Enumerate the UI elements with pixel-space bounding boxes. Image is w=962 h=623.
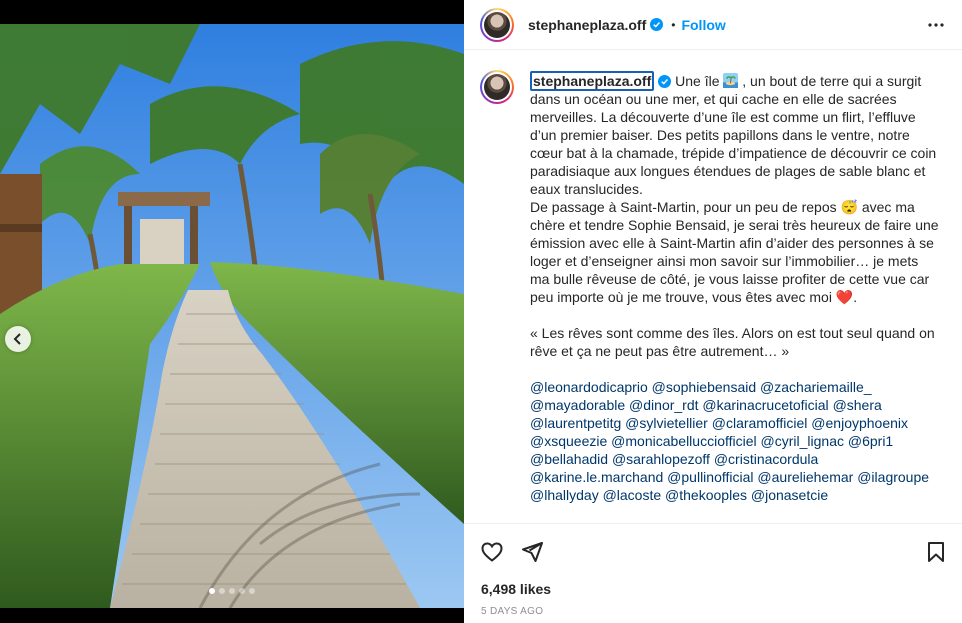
caption: stephaneplaza.off Une île , un bout de t… bbox=[530, 71, 940, 504]
mention-link[interactable]: @sophiebensaid bbox=[652, 379, 757, 395]
mention-list: @leonardodicaprio @sophiebensaid @zachar… bbox=[530, 378, 940, 504]
mention-link[interactable]: @lhallyday bbox=[530, 487, 599, 503]
bookmark-icon[interactable] bbox=[924, 540, 948, 564]
heart-icon[interactable] bbox=[480, 540, 504, 564]
header-username[interactable]: stephaneplaza.off bbox=[528, 17, 646, 33]
mention-link[interactable]: @shera bbox=[833, 397, 882, 413]
post-actions: 6,498 likes 5 DAYS AGO bbox=[464, 523, 962, 623]
header-separator: • bbox=[671, 17, 676, 32]
mention-link[interactable]: @mayadorable bbox=[530, 397, 625, 413]
follow-button[interactable]: Follow bbox=[681, 17, 725, 33]
caption-username[interactable]: stephaneplaza.off bbox=[530, 71, 655, 91]
mention-link[interactable]: @ilagroupe bbox=[857, 469, 929, 485]
mention-link[interactable]: @bellahadid bbox=[530, 451, 608, 467]
heart-emoji: ❤️ bbox=[835, 289, 854, 305]
mention-link[interactable]: @6pri1 bbox=[848, 433, 893, 449]
caption-avatar[interactable] bbox=[480, 70, 514, 104]
mention-link[interactable]: @karinacrucetoficial bbox=[702, 397, 828, 413]
carousel-indicator bbox=[0, 588, 464, 594]
caption-paragraph: De passage à Saint-Martin, pour un peu d… bbox=[530, 198, 940, 306]
carousel-dot bbox=[239, 588, 245, 594]
post-side-panel: stephaneplaza.off • Follow stephaneplaza… bbox=[464, 0, 962, 623]
mention-link[interactable]: @jonasetcie bbox=[751, 487, 828, 503]
mention-link[interactable]: @aureliehemar bbox=[757, 469, 853, 485]
carousel-dot bbox=[209, 588, 215, 594]
island-emoji-icon bbox=[723, 73, 739, 88]
mention-link[interactable]: @karine.le.marchand bbox=[530, 469, 663, 485]
mention-link[interactable]: @xsqueezie bbox=[530, 433, 607, 449]
mention-link[interactable]: @leonardodicaprio bbox=[530, 379, 648, 395]
mention-link[interactable]: @enjoyphoenix bbox=[811, 415, 908, 431]
tropical-boardwalk-photo bbox=[0, 24, 464, 608]
caption-text: De passage à Saint-Martin, pour un peu d… bbox=[530, 199, 841, 215]
chevron-left-icon bbox=[13, 333, 21, 345]
mention-link[interactable]: @zachariemaille_ bbox=[760, 379, 871, 395]
mention-link[interactable]: @lacoste bbox=[603, 487, 662, 503]
paper-plane-icon[interactable] bbox=[520, 540, 544, 564]
caption-text: , un bout de terre qui a surgit dans un … bbox=[530, 73, 937, 197]
caption-text: Une île bbox=[675, 73, 724, 89]
caption-quote: « Les rêves sont comme des îles. Alors o… bbox=[530, 325, 935, 359]
mention-link[interactable]: @pullinofficial bbox=[667, 469, 753, 485]
previous-slide-button[interactable] bbox=[5, 326, 31, 352]
post-modal: stephaneplaza.off • Follow stephaneplaza… bbox=[0, 0, 962, 623]
verified-badge-icon bbox=[658, 75, 672, 88]
mention-link[interactable]: @thekooples bbox=[665, 487, 747, 503]
verified-badge-icon bbox=[650, 18, 664, 31]
mention-link[interactable]: @laurentpetitg bbox=[530, 415, 621, 431]
mention-link[interactable]: @sarahlopezoff bbox=[612, 451, 710, 467]
mention-link[interactable]: @cristinacordula bbox=[714, 451, 818, 467]
mention-link[interactable]: @claramofficiel bbox=[712, 415, 808, 431]
profile-photo bbox=[484, 11, 510, 38]
caption-paragraph: stephaneplaza.off Une île , un bout de t… bbox=[530, 71, 940, 198]
profile-photo bbox=[484, 74, 510, 100]
caption-scroll-area[interactable]: stephaneplaza.off Une île , un bout de t… bbox=[464, 58, 962, 523]
post-header: stephaneplaza.off • Follow bbox=[464, 0, 962, 50]
mention-link[interactable]: @sylvietellier bbox=[625, 415, 708, 431]
caption-text: . bbox=[853, 289, 858, 305]
avatar[interactable] bbox=[480, 7, 514, 42]
sleeping-emoji: 😴 bbox=[840, 199, 858, 215]
mention-link[interactable]: @monicabelluccіofficiel bbox=[611, 433, 756, 449]
carousel-dot bbox=[229, 588, 235, 594]
carousel-dot bbox=[249, 588, 255, 594]
post-timestamp[interactable]: 5 DAYS AGO bbox=[481, 606, 543, 617]
more-options-icon[interactable] bbox=[926, 15, 946, 35]
likes-count[interactable]: 6,498 likes bbox=[481, 581, 551, 597]
carousel-dot bbox=[219, 588, 225, 594]
mention-link[interactable]: @dinor_rdt bbox=[629, 397, 698, 413]
post-image[interactable] bbox=[0, 24, 464, 608]
mention-link[interactable]: @cyril_lignac bbox=[761, 433, 844, 449]
